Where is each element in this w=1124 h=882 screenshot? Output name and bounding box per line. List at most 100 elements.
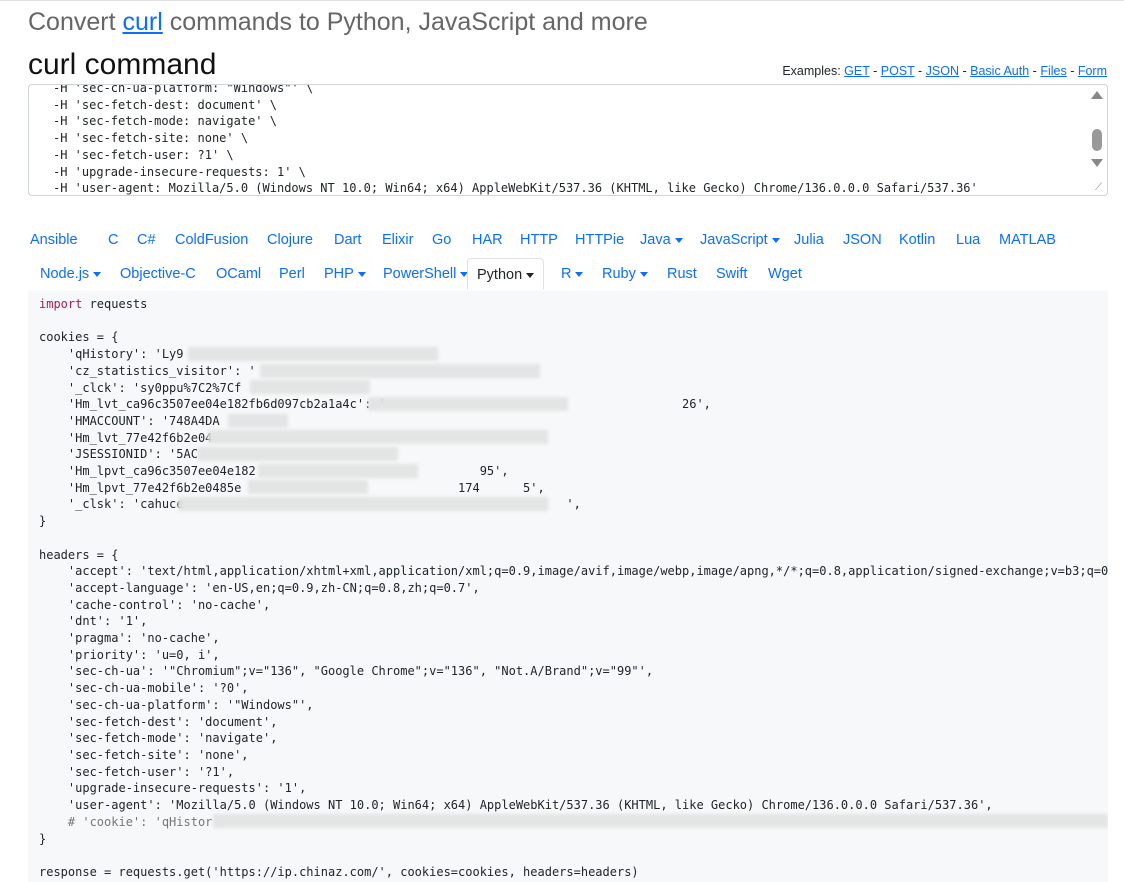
tab-c-[interactable]: C# <box>137 224 156 256</box>
curl-command-textarea[interactable]: -H 'sec-ch-ua-platform: "Windows"' \ -H … <box>28 84 1108 196</box>
redaction-block <box>250 380 370 394</box>
tab-matlab[interactable]: MATLAB <box>999 224 1056 256</box>
tab-label: JavaScript <box>700 232 768 248</box>
headline-suffix: commands to Python, JavaScript and more <box>162 8 648 36</box>
tab-label: Swift <box>716 266 748 282</box>
tab-har[interactable]: HAR <box>472 224 503 256</box>
tab-node-js[interactable]: Node.js <box>40 258 102 290</box>
redaction-block <box>208 430 548 444</box>
redaction-block <box>213 814 1108 828</box>
examples-links: Examples: GET - POST - JSON - Basic Auth… <box>782 64 1107 78</box>
tab-swift[interactable]: Swift <box>716 258 747 290</box>
tab-label: Ruby <box>602 266 636 282</box>
tab-java[interactable]: Java <box>640 224 683 256</box>
tab-label: HTTP <box>520 232 558 248</box>
tab-label: Julia <box>794 232 824 248</box>
textarea-scrollbar[interactable] <box>1085 85 1107 195</box>
tab-label: Lua <box>956 232 981 248</box>
tab-ansible[interactable]: Ansible <box>30 224 78 256</box>
tab-rust[interactable]: Rust <box>667 258 697 290</box>
tab-label: OCaml <box>216 266 262 282</box>
tab-wget[interactable]: Wget <box>768 258 802 290</box>
tab-httpie[interactable]: HTTPie <box>575 224 624 256</box>
caret-down-icon <box>357 271 366 277</box>
tab-http[interactable]: HTTP <box>520 224 558 256</box>
tab-label: Ansible <box>30 232 78 248</box>
tab-coldfusion[interactable]: ColdFusion <box>175 224 248 256</box>
curl-command-text[interactable]: -H 'sec-ch-ua-platform: "Windows"' \ -H … <box>53 85 978 195</box>
redaction-block <box>198 447 398 461</box>
tab-lua[interactable]: Lua <box>956 224 980 256</box>
redaction-block <box>248 480 368 494</box>
redaction-block <box>368 397 568 411</box>
scroll-up-arrow-icon[interactable] <box>1091 91 1103 99</box>
tab-r[interactable]: R <box>561 258 584 290</box>
tab-php[interactable]: PHP <box>324 258 366 290</box>
tab-label: ColdFusion <box>175 232 249 248</box>
tab-label: PowerShell <box>383 266 457 282</box>
headline-prefix: Convert <box>28 8 123 36</box>
redaction-block <box>258 464 418 478</box>
redaction-block <box>188 347 438 361</box>
tab-label: MATLAB <box>999 232 1056 248</box>
curl-command-heading: curl command <box>28 48 217 81</box>
tab-clojure[interactable]: Clojure <box>267 224 313 256</box>
tab-go[interactable]: Go <box>432 224 451 256</box>
scroll-down-arrow-icon[interactable] <box>1091 159 1103 167</box>
generated-python-code: import requests cookies = { 'qHistory': … <box>39 297 1108 879</box>
generated-code-panel: import requests cookies = { 'qHistory': … <box>28 291 1108 882</box>
tab-label: JSON <box>843 232 882 248</box>
tab-label: R <box>561 266 572 282</box>
example-post-link[interactable]: POST <box>881 64 915 78</box>
caret-down-icon <box>526 272 535 278</box>
tab-objective-c[interactable]: Objective-C <box>120 258 196 290</box>
separator: - <box>914 64 926 78</box>
tab-label: Kotlin <box>899 232 936 248</box>
separator: - <box>959 64 971 78</box>
tab-ruby[interactable]: Ruby <box>602 258 648 290</box>
caret-down-icon <box>771 237 780 243</box>
example-form-link[interactable]: Form <box>1078 64 1107 78</box>
curl-link[interactable]: curl <box>122 8 162 36</box>
redaction-block <box>178 497 548 511</box>
caret-down-icon <box>639 271 648 277</box>
resize-grip-icon[interactable]: ⟋ <box>1095 183 1105 193</box>
page-headline: Convert curl commands to Python, JavaScr… <box>28 8 648 37</box>
tab-julia[interactable]: Julia <box>794 224 824 256</box>
tab-label: Wget <box>768 266 802 282</box>
example-get-link[interactable]: GET <box>844 64 869 78</box>
tab-python[interactable]: Python <box>467 258 545 290</box>
separator: - <box>869 64 881 78</box>
tab-label: HTTPie <box>575 232 625 248</box>
tab-kotlin[interactable]: Kotlin <box>899 224 935 256</box>
tab-label: Python <box>477 267 523 283</box>
example-files-link[interactable]: Files <box>1040 64 1066 78</box>
tab-label: Clojure <box>267 232 313 248</box>
tab-label: Dart <box>334 232 362 248</box>
examples-label: Examples: <box>782 64 845 78</box>
separator: - <box>1029 64 1041 78</box>
top-divider <box>0 0 1124 1</box>
tab-powershell[interactable]: PowerShell <box>383 258 469 290</box>
caret-down-icon <box>674 237 683 243</box>
tab-label: C <box>108 232 119 248</box>
tab-label: Elixir <box>382 232 414 248</box>
example-json-link[interactable]: JSON <box>926 64 959 78</box>
tab-perl[interactable]: Perl <box>279 258 305 290</box>
tab-label: HAR <box>472 232 503 248</box>
tab-elixir[interactable]: Elixir <box>382 224 413 256</box>
tab-javascript[interactable]: JavaScript <box>700 224 780 256</box>
caret-down-icon <box>575 271 584 277</box>
tab-c[interactable]: C <box>108 224 118 256</box>
tab-label: Node.js <box>40 266 90 282</box>
tab-json[interactable]: JSON <box>843 224 882 256</box>
tab-label: Go <box>432 232 452 248</box>
tab-label: C# <box>137 232 156 248</box>
tab-label: PHP <box>324 266 354 282</box>
tab-ocaml[interactable]: OCaml <box>216 258 261 290</box>
scroll-thumb[interactable] <box>1092 129 1102 151</box>
example-basic-auth-link[interactable]: Basic Auth <box>970 64 1029 78</box>
tab-label: Java <box>640 232 671 248</box>
tab-dart[interactable]: Dart <box>334 224 361 256</box>
redaction-block <box>228 414 288 428</box>
